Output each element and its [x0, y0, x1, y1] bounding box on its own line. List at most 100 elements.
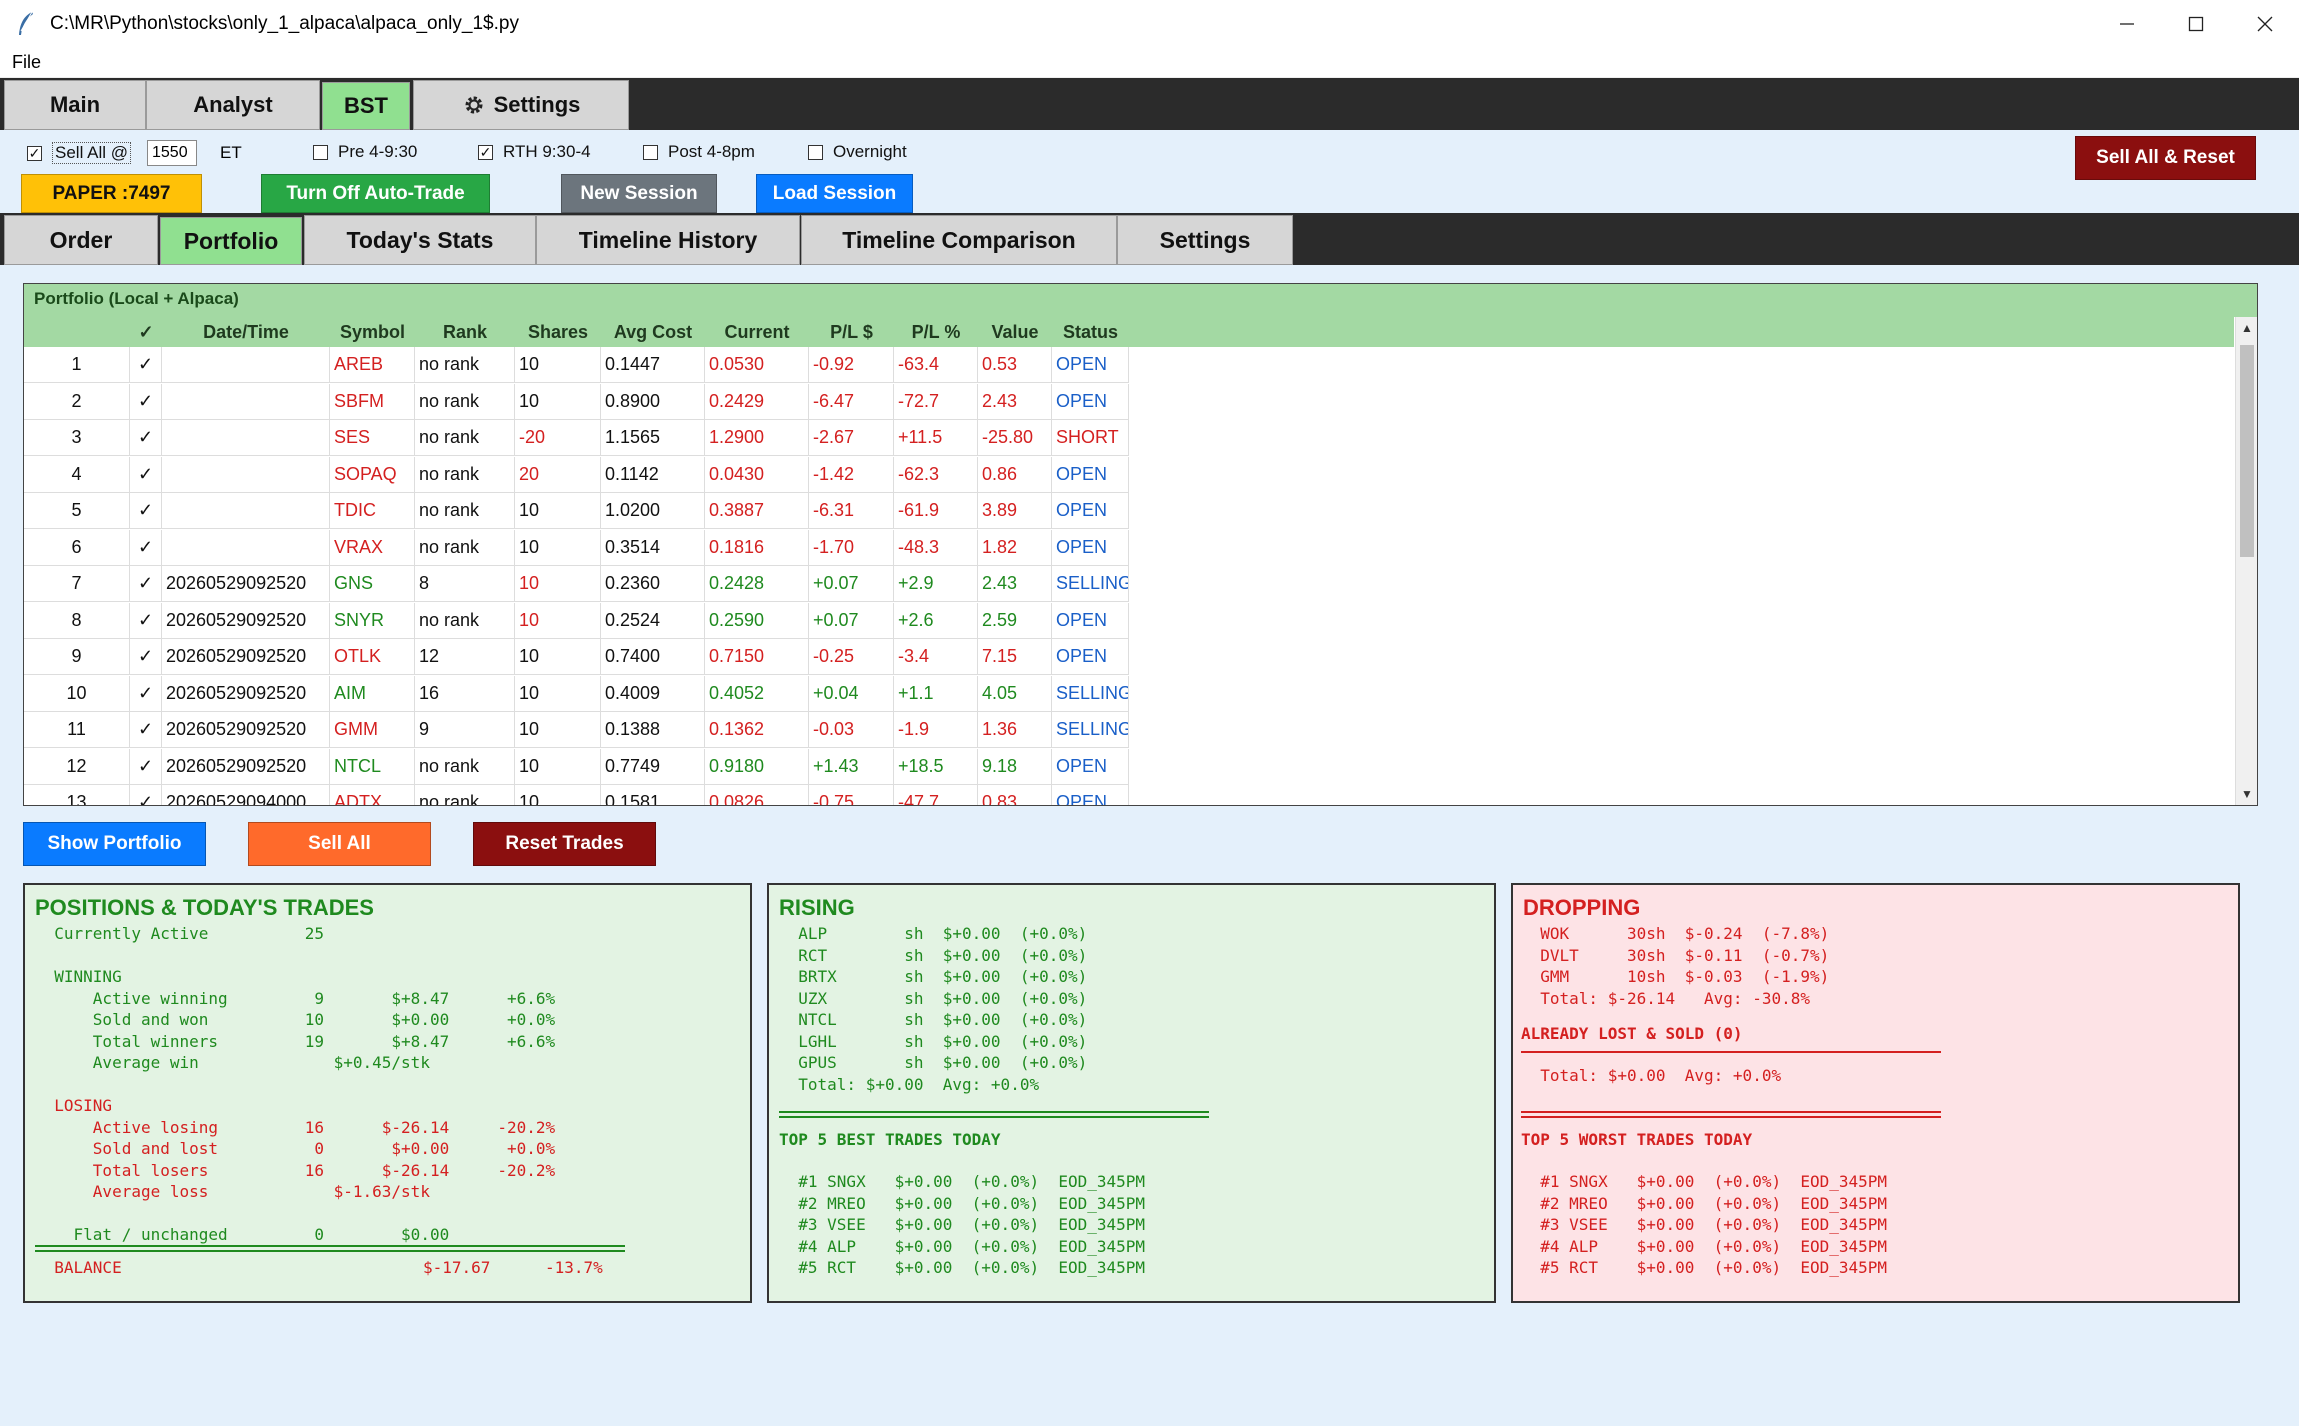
rising-panel: RISING ALP sh $+0.00 (+0.0%) RCT sh $+0.… — [767, 883, 1496, 1303]
table-row[interactable]: 11 ✓ 20260529092520 GMM 9 10 0.1388 0.1362 -0.03… — [24, 712, 1129, 748]
close-button[interactable] — [2230, 0, 2299, 48]
sell-all-button[interactable]: Sell All — [248, 822, 431, 866]
checkbox-box: ✓ — [27, 144, 42, 161]
table-cell-shares: 10 — [515, 383, 601, 420]
tab-order[interactable]: Order — [4, 215, 158, 265]
table-cell-avg: 0.8900 — [601, 383, 705, 420]
table-row[interactable]: 4 ✓ SOPAQ no rank 20 0.1142 0.0430 -1.42 -62.3 0.… — [24, 456, 1129, 493]
column-header[interactable]: Date/Time — [162, 317, 330, 347]
table-row[interactable]: 13 ✓ 20260529094000 ADTX no rank 10 0.1581 0.08… — [24, 785, 1129, 805]
column-header[interactable] — [24, 317, 130, 347]
table-row[interactable]: 8 ✓ 20260529092520 SNYR no rank 10 0.2524 0.259… — [24, 602, 1129, 639]
table-cell-n: 8 — [24, 602, 130, 639]
column-header[interactable]: Rank — [415, 317, 515, 347]
table-row[interactable]: 9 ✓ 20260529092520 OTLK 12 10 0.7400 0.7150 -0.2… — [24, 639, 1129, 675]
table-cell-status: SELLING — [1052, 566, 1129, 602]
scroll-up-arrow-icon[interactable]: ▲ — [2236, 317, 2258, 339]
tab-settings-sub[interactable]: Settings — [1117, 215, 1293, 265]
column-header[interactable]: Value — [978, 317, 1052, 347]
table-cell-n: 3 — [24, 420, 130, 456]
table-cell-sym: NTCL — [330, 748, 415, 785]
checkbox-box — [808, 144, 823, 160]
tab-analyst[interactable]: Analyst — [146, 80, 320, 130]
table-row[interactable]: 5 ✓ TDIC no rank 10 1.0200 0.3887 -6.31 -61.9 3.8… — [24, 493, 1129, 529]
table-row[interactable]: 1 ✓ AREB no rank 10 0.1447 0.0530 -0.92 -63.4 0.5… — [24, 347, 1129, 383]
tab-timeline-history[interactable]: Timeline History — [536, 215, 800, 265]
table-cell-dt — [162, 493, 330, 529]
positions-title: POSITIONS & TODAY'S TRADES — [35, 895, 374, 920]
table-cell-cur: 1.2900 — [705, 420, 809, 456]
table-cell-plp: -1.9 — [894, 712, 978, 748]
rth-checkbox[interactable]: ✓ RTH 9:30-4 — [478, 142, 591, 162]
tab-settings-top[interactable]: Settings — [413, 80, 629, 130]
table-cell-rank: 8 — [415, 566, 515, 602]
column-header[interactable]: Avg Cost — [601, 317, 705, 347]
table-cell-n: 4 — [24, 456, 130, 493]
table-row[interactable]: 10 ✓ 20260529092520 AIM 16 10 0.4009 0.4052 +0.0… — [24, 675, 1129, 712]
table-row[interactable]: 3 ✓ SES no rank -20 1.1565 1.2900 -2.67 +11.5 -25… — [24, 420, 1129, 456]
column-header[interactable]: Status — [1052, 317, 1129, 347]
sell-all-checkbox[interactable]: ✓ Sell All @ — [27, 142, 132, 164]
tab-todays-stats[interactable]: Today's Stats — [304, 215, 536, 265]
menu-file[interactable]: File — [12, 52, 41, 73]
reset-trades-button[interactable]: Reset Trades — [473, 822, 656, 866]
table-cell-shares: 10 — [515, 785, 601, 805]
show-portfolio-button[interactable]: Show Portfolio — [23, 822, 206, 866]
table-cell-chk: ✓ — [130, 383, 162, 420]
post-market-checkbox[interactable]: Post 4-8pm — [643, 142, 755, 162]
pre-market-checkbox[interactable]: Pre 4-9:30 — [313, 142, 417, 162]
table-cell-avg: 1.0200 — [601, 493, 705, 529]
table-cell-avg: 0.1142 — [601, 456, 705, 493]
table-row[interactable]: 7 ✓ 20260529092520 GNS 8 10 0.2360 0.2428 +0.07 +… — [24, 566, 1129, 602]
table-cell-rank: no rank — [415, 785, 515, 805]
column-header[interactable]: Current — [705, 317, 809, 347]
text-line: #2 MREO $+0.00 (+0.0%) EOD_345PM — [1521, 1193, 1888, 1213]
table-cell-status: SHORT — [1052, 420, 1129, 456]
table-cell-val: 0.86 — [978, 456, 1052, 493]
sell-time-input[interactable] — [147, 140, 197, 166]
column-header[interactable]: P/L % — [894, 317, 978, 347]
text-line: #2 MREO $+0.00 (+0.0%) EOD_345PM — [779, 1193, 1146, 1213]
table-cell-avg: 0.4009 — [601, 675, 705, 712]
column-header[interactable]: P/L $ — [809, 317, 894, 347]
text-line: GMM 10sh $-0.03 (-1.9%) — [1521, 967, 1830, 986]
portfolio-scrollbar[interactable]: ▲ ▼ — [2235, 317, 2257, 805]
table-cell-val: 0.83 — [978, 785, 1052, 805]
table-cell-pl: -1.70 — [809, 529, 894, 566]
table-cell-dt: 20260529092520 — [162, 675, 330, 712]
new-session-button[interactable]: New Session — [561, 174, 717, 213]
rising-title: RISING — [779, 895, 855, 920]
tab-bst[interactable]: BST — [322, 82, 410, 130]
overnight-checkbox[interactable]: Overnight — [808, 142, 907, 162]
column-header[interactable]: ✓ — [130, 317, 162, 347]
text-line: LOSING — [35, 1096, 113, 1115]
feather-icon — [19, 11, 33, 35]
table-row[interactable]: 12 ✓ 20260529092520 NTCL no rank 10 0.7749 0.91… — [24, 748, 1129, 785]
text-line: #5 RCT $+0.00 (+0.0%) EOD_345PM — [1521, 1258, 1888, 1277]
column-header[interactable]: Shares — [515, 317, 601, 347]
table-cell-sym: OTLK — [330, 639, 415, 675]
column-header[interactable]: Symbol — [330, 317, 415, 347]
minimize-button[interactable] — [2092, 0, 2161, 48]
maximize-button[interactable] — [2161, 0, 2230, 48]
tab-portfolio[interactable]: Portfolio — [160, 217, 302, 265]
tab-main[interactable]: Main — [4, 80, 146, 130]
table-row[interactable]: 2 ✓ SBFM no rank 10 0.8900 0.2429 -6.47 -72.7 2.4… — [24, 383, 1129, 420]
table-cell-pl: -0.03 — [809, 712, 894, 748]
auto-trade-toggle-button[interactable]: Turn Off Auto-Trade — [261, 174, 490, 213]
text-line: ALP sh $+0.00 (+0.0%) — [779, 924, 1088, 943]
table-cell-plp: -63.4 — [894, 347, 978, 383]
scroll-down-arrow-icon[interactable]: ▼ — [2236, 783, 2258, 805]
already-sold-title: ALREADY LOST & SOLD (0) — [1521, 1024, 1743, 1043]
load-session-button[interactable]: Load Session — [756, 174, 913, 213]
scroll-thumb[interactable] — [2240, 345, 2254, 557]
table-cell-cur: 0.0826 — [705, 785, 809, 805]
table-cell-n: 9 — [24, 639, 130, 675]
table-cell-chk: ✓ — [130, 493, 162, 529]
table-row[interactable]: 6 ✓ VRAX no rank 10 0.3514 0.1816 -1.70 -48.3 1.8… — [24, 529, 1129, 566]
table-cell-cur: 0.2429 — [705, 383, 809, 420]
sell-all-reset-button[interactable]: Sell All & Reset — [2075, 136, 2256, 180]
table-cell-plp: +2.6 — [894, 602, 978, 639]
paper-account-button[interactable]: PAPER :7497 — [21, 174, 202, 213]
tab-timeline-comparison[interactable]: Timeline Comparison — [801, 215, 1117, 265]
